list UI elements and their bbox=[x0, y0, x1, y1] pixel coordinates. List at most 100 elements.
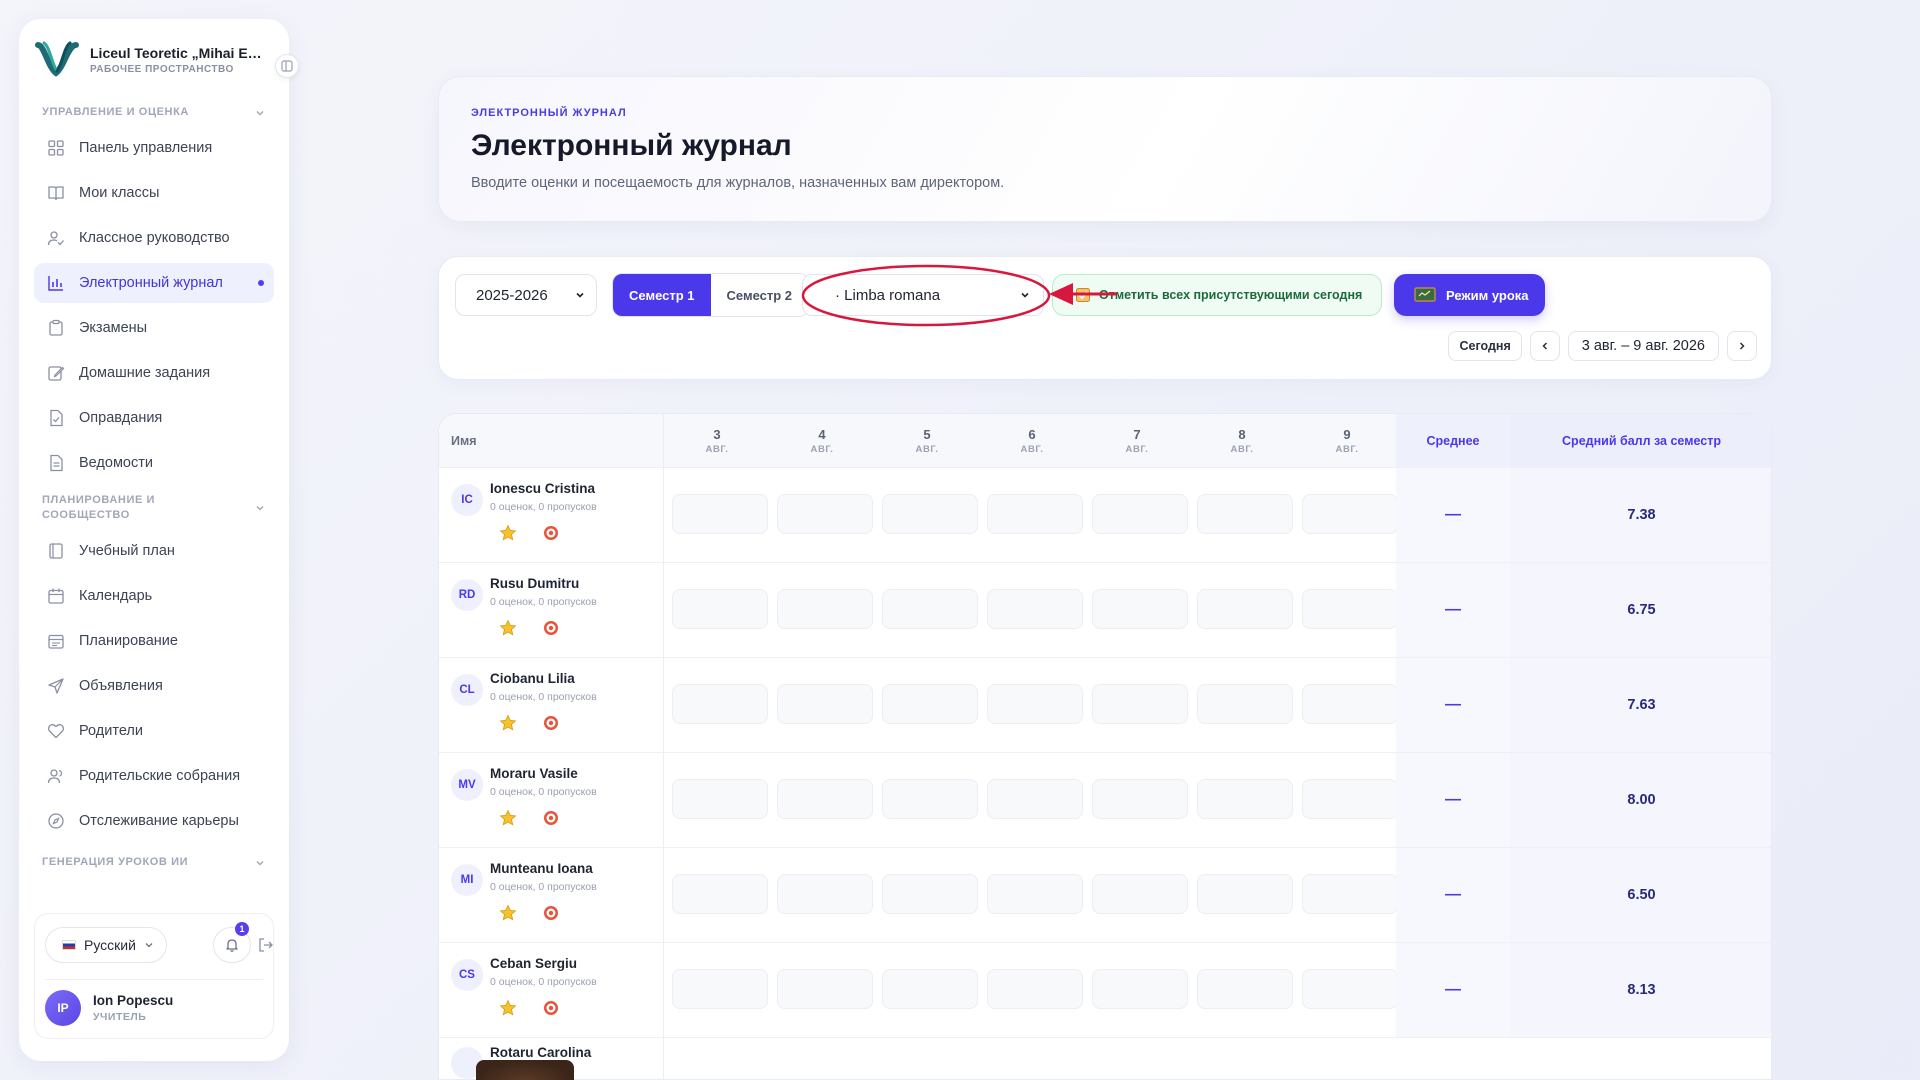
sidebar-item-homework[interactable]: Домашние задания bbox=[34, 353, 274, 393]
semester-2-button[interactable]: Семестр 2 bbox=[710, 274, 809, 316]
brand[interactable]: Liceul Teoretic „Mihai Emi... РАБОЧЕЕ ПР… bbox=[34, 37, 274, 83]
logout-icon[interactable] bbox=[257, 936, 275, 954]
target-icon[interactable] bbox=[543, 715, 559, 731]
target-icon[interactable] bbox=[543, 905, 559, 921]
grade-cell[interactable] bbox=[1197, 779, 1293, 819]
grade-cell[interactable] bbox=[882, 874, 978, 914]
prev-week-button[interactable] bbox=[1529, 331, 1560, 361]
star-icon[interactable] bbox=[499, 999, 517, 1017]
grade-cell[interactable] bbox=[1197, 969, 1293, 1009]
grade-cell[interactable] bbox=[987, 874, 1083, 914]
grade-cell[interactable] bbox=[882, 494, 978, 534]
sidebar-item-e-journal[interactable]: Электронный журнал bbox=[34, 263, 274, 303]
star-icon[interactable] bbox=[499, 809, 517, 827]
star-icon[interactable] bbox=[499, 524, 517, 542]
student-name[interactable]: Moraru Vasile bbox=[490, 766, 578, 781]
grade-cell[interactable] bbox=[987, 779, 1083, 819]
grade-cell[interactable] bbox=[882, 779, 978, 819]
sidebar-item-career-tracking[interactable]: Отслеживание карьеры bbox=[34, 801, 274, 841]
grade-cell[interactable] bbox=[1092, 589, 1188, 629]
grade-cell[interactable] bbox=[1302, 874, 1398, 914]
grade-cell[interactable] bbox=[777, 874, 873, 914]
table-row[interactable]: MI Munteanu Ioana 0 оценок, 0 пропусков —6.… bbox=[439, 848, 1771, 943]
notifications-button[interactable]: 1 bbox=[213, 922, 251, 963]
table-row[interactable]: CS Ceban Sergiu 0 оценок, 0 пропусков —8.13 bbox=[439, 943, 1771, 1038]
star-icon[interactable] bbox=[499, 714, 517, 732]
grade-cell[interactable] bbox=[1302, 779, 1398, 819]
sidebar-item-parent-meetings[interactable]: Родительские собрания bbox=[34, 756, 274, 796]
grade-cell[interactable] bbox=[882, 589, 978, 629]
grade-cell[interactable] bbox=[672, 969, 768, 1009]
grade-cell[interactable] bbox=[1092, 494, 1188, 534]
student-name[interactable]: Munteanu Ioana bbox=[490, 861, 593, 876]
grade-cell[interactable] bbox=[777, 969, 873, 1009]
sidebar-item-dashboard[interactable]: Панель управления bbox=[34, 128, 274, 168]
today-button[interactable]: Сегодня bbox=[1448, 331, 1522, 361]
table-row[interactable]: MV Moraru Vasile 0 оценок, 0 пропусков —8.0… bbox=[439, 753, 1771, 848]
grade-cell[interactable] bbox=[1092, 779, 1188, 819]
section-planning[interactable]: ПЛАНИРОВАНИЕ И СООБЩЕСТВО bbox=[34, 493, 274, 523]
grade-cell[interactable] bbox=[1092, 969, 1188, 1009]
lesson-mode-button[interactable]: Режим урока bbox=[1394, 274, 1545, 316]
target-icon[interactable] bbox=[543, 525, 559, 541]
grade-cell[interactable] bbox=[1092, 874, 1188, 914]
star-icon[interactable] bbox=[499, 904, 517, 922]
target-icon[interactable] bbox=[543, 810, 559, 826]
star-icon[interactable] bbox=[499, 619, 517, 637]
grade-cell[interactable] bbox=[672, 874, 768, 914]
student-name[interactable]: Rusu Dumitru bbox=[490, 576, 579, 591]
collapse-sidebar-button[interactable] bbox=[275, 54, 299, 78]
grade-cell[interactable] bbox=[1197, 684, 1293, 724]
student-name[interactable]: Ionescu Cristina bbox=[490, 481, 595, 496]
table-row[interactable]: RD Rusu Dumitru 0 оценок, 0 пропусков —6.75 bbox=[439, 563, 1771, 658]
section-management[interactable]: УПРАВЛЕНИЕ И ОЦЕНКА bbox=[34, 105, 274, 120]
grade-cell[interactable] bbox=[672, 684, 768, 724]
student-name[interactable]: Rotaru Carolina bbox=[490, 1045, 591, 1060]
sidebar-item-parents[interactable]: Родители bbox=[34, 711, 274, 751]
grade-cell[interactable] bbox=[777, 684, 873, 724]
grade-cell[interactable] bbox=[777, 589, 873, 629]
sidebar-item-exams[interactable]: Экзамены bbox=[34, 308, 274, 348]
grade-cell[interactable] bbox=[987, 969, 1083, 1009]
sidebar-item-my-classes[interactable]: Мои классы bbox=[34, 173, 274, 213]
target-icon[interactable] bbox=[543, 1000, 559, 1016]
grade-cell[interactable] bbox=[672, 589, 768, 629]
table-row[interactable]: Rotaru Carolina bbox=[439, 1033, 1771, 1079]
user-profile[interactable]: IP Ion Popescu УЧИТЕЛЬ bbox=[45, 979, 263, 1026]
sidebar-item-planning[interactable]: Планирование bbox=[34, 621, 274, 661]
grade-cell[interactable] bbox=[1302, 589, 1398, 629]
section-ai-lessons[interactable]: ГЕНЕРАЦИЯ УРОКОВ ИИ bbox=[34, 855, 274, 870]
grade-cell[interactable] bbox=[987, 494, 1083, 534]
semester-1-button[interactable]: Семестр 1 bbox=[613, 274, 711, 316]
grade-cell[interactable] bbox=[777, 779, 873, 819]
student-name[interactable]: Ciobanu Lilia bbox=[490, 671, 575, 686]
grade-cell[interactable] bbox=[987, 684, 1083, 724]
sidebar-item-statements[interactable]: Ведомости bbox=[34, 443, 274, 483]
target-icon[interactable] bbox=[543, 620, 559, 636]
school-year-select[interactable]: 2025-2026 bbox=[455, 274, 597, 316]
grade-cell[interactable] bbox=[1302, 494, 1398, 534]
grade-cell[interactable] bbox=[1197, 874, 1293, 914]
table-row[interactable]: IC Ionescu Cristina 0 оценок, 0 пропусков —… bbox=[439, 468, 1771, 563]
grade-cell[interactable] bbox=[672, 494, 768, 534]
sidebar-item-curriculum[interactable]: Учебный план bbox=[34, 531, 274, 571]
grade-cell[interactable] bbox=[1197, 494, 1293, 534]
grade-cell[interactable] bbox=[1197, 589, 1293, 629]
sidebar-item-excuses[interactable]: Оправдания bbox=[34, 398, 274, 438]
sidebar-item-homeroom[interactable]: Классное руководство bbox=[34, 218, 274, 258]
grade-cell[interactable] bbox=[672, 779, 768, 819]
student-name[interactable]: Ceban Sergiu bbox=[490, 956, 577, 971]
date-range-display[interactable]: 3 авг. – 9 авг. 2026 bbox=[1567, 331, 1719, 361]
next-week-button[interactable] bbox=[1727, 331, 1757, 361]
grade-cell[interactable] bbox=[1092, 684, 1188, 724]
sidebar-item-calendar[interactable]: Календарь bbox=[34, 576, 274, 616]
sidebar-item-announcements[interactable]: Объявления bbox=[34, 666, 274, 706]
grade-cell[interactable] bbox=[1302, 684, 1398, 724]
grade-cell[interactable] bbox=[777, 494, 873, 534]
table-row[interactable]: CL Ciobanu Lilia 0 оценок, 0 пропусков —7.6… bbox=[439, 658, 1771, 753]
grade-cell[interactable] bbox=[882, 684, 978, 724]
grade-cell[interactable] bbox=[882, 969, 978, 1009]
grade-cell[interactable] bbox=[1302, 969, 1398, 1009]
language-selector[interactable]: Русский bbox=[45, 927, 167, 963]
grade-cell[interactable] bbox=[987, 589, 1083, 629]
